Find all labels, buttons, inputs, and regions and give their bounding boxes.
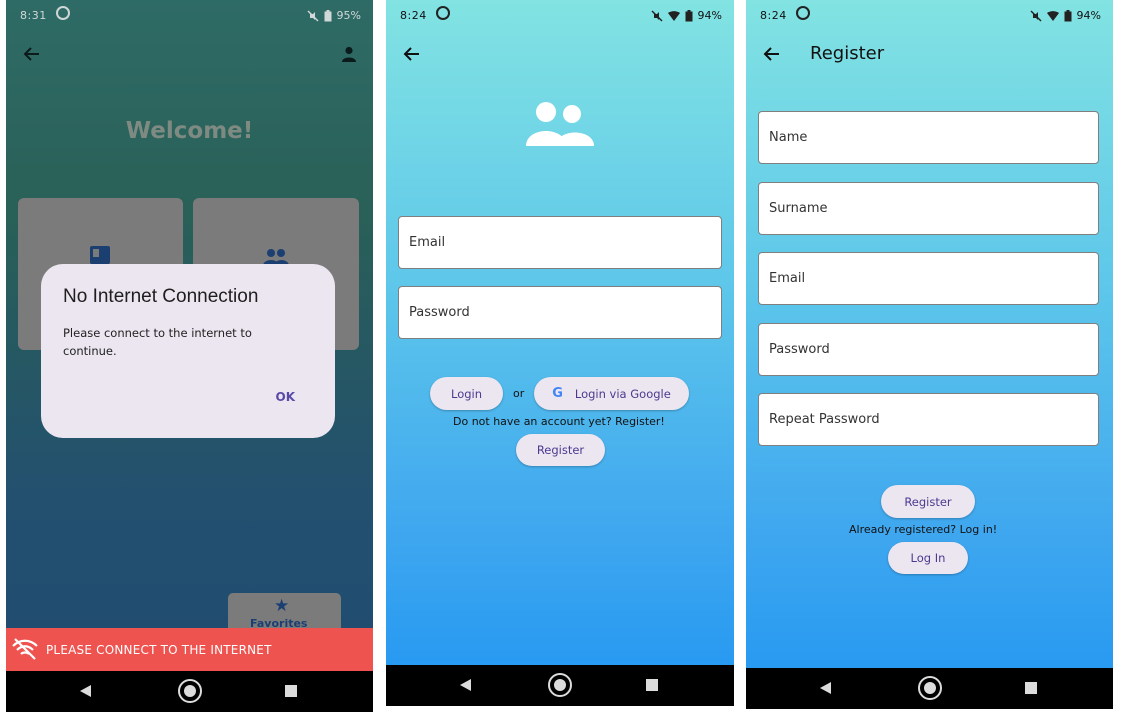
back-arrow-icon[interactable] xyxy=(402,44,424,66)
log-in-button[interactable]: Log In xyxy=(888,542,968,574)
wifi-off-icon xyxy=(12,638,38,660)
status-icons: 94% xyxy=(651,9,722,22)
surname-field[interactable] xyxy=(758,182,1099,235)
repeat-password-field[interactable] xyxy=(758,393,1099,446)
login-button[interactable]: Login xyxy=(430,377,503,410)
welcome-title: Welcome! xyxy=(125,118,254,144)
status-bar: 8:24 94% xyxy=(386,0,734,30)
google-login-label: Login via Google xyxy=(574,386,671,401)
email-input[interactable] xyxy=(399,217,721,268)
status-time: 8:24 xyxy=(760,9,787,22)
battery-percent: 94% xyxy=(1076,9,1101,22)
nav-recents-icon[interactable] xyxy=(646,679,658,691)
login-prompt: Already registered? Log in! xyxy=(849,523,998,536)
password-input[interactable] xyxy=(759,324,1098,375)
star-icon: ★ xyxy=(274,596,290,616)
sync-icon xyxy=(56,6,70,20)
phone-screen-register: 8:24 94% Register Register Already regis… xyxy=(746,0,1113,709)
battery-percent: 94% xyxy=(697,9,722,22)
register-button[interactable]: Register xyxy=(881,485,975,518)
offline-snackbar: PLEASE CONNECT TO THE INTERNET xyxy=(6,628,373,671)
name-input[interactable] xyxy=(759,112,1098,163)
mute-icon xyxy=(1030,10,1042,21)
battery-icon xyxy=(685,9,693,21)
register-button[interactable]: Register xyxy=(516,434,605,466)
system-nav-bar xyxy=(746,668,1113,709)
dialog-message: Please connect to the internet to contin… xyxy=(63,326,252,358)
google-icon: G xyxy=(552,386,563,401)
nav-home-icon[interactable] xyxy=(548,673,572,697)
battery-icon xyxy=(1064,9,1072,21)
sync-icon xyxy=(436,6,450,20)
repeat-password-input[interactable] xyxy=(759,394,1098,445)
nav-back-icon[interactable] xyxy=(80,685,91,697)
system-nav-bar xyxy=(6,671,373,712)
mute-icon xyxy=(651,10,663,21)
phone-screen-home-offline: 8:31 95% Welcome! No Internet Connection… xyxy=(6,0,373,712)
mute-icon xyxy=(307,10,319,21)
google-login-button[interactable]: G Login via Google xyxy=(534,377,689,410)
status-time: 8:24 xyxy=(400,9,427,22)
snackbar-text: PLEASE CONNECT TO THE INTERNET xyxy=(46,643,272,657)
sync-icon xyxy=(796,6,810,20)
page-title: Register xyxy=(810,43,885,64)
email-input[interactable] xyxy=(759,253,1098,304)
battery-icon xyxy=(324,9,332,21)
status-time: 8:31 xyxy=(20,9,47,22)
or-label: or xyxy=(513,387,525,400)
book-icon xyxy=(90,246,110,264)
nav-back-icon[interactable] xyxy=(820,682,831,694)
nav-back-icon[interactable] xyxy=(460,679,471,691)
nav-recents-icon[interactable] xyxy=(285,685,297,697)
wifi-icon xyxy=(667,10,680,21)
group-icon xyxy=(526,102,594,146)
dialog-title: No Internet Connection xyxy=(63,286,259,307)
password-field[interactable] xyxy=(398,286,722,339)
nav-home-icon[interactable] xyxy=(917,676,942,700)
phone-screen-login: 8:24 94% Login or G Login via Google Do … xyxy=(386,0,734,706)
battery-percent: 95% xyxy=(336,9,361,22)
wifi-icon xyxy=(1046,10,1059,21)
status-bar: 8:31 95% xyxy=(6,0,373,30)
surname-input[interactable] xyxy=(759,183,1098,234)
status-icons: 95% xyxy=(307,9,361,22)
back-arrow-icon[interactable] xyxy=(762,44,784,66)
favorites-tab[interactable]: ★ Favorites xyxy=(228,593,341,630)
password-field[interactable] xyxy=(758,323,1099,376)
person-icon[interactable] xyxy=(341,46,357,66)
email-field[interactable] xyxy=(398,216,722,269)
nav-recents-icon[interactable] xyxy=(1025,682,1037,694)
status-icons: 94% xyxy=(1030,9,1101,22)
system-nav-bar xyxy=(386,665,734,706)
name-field[interactable] xyxy=(758,111,1099,164)
dialog-ok-button[interactable]: OK xyxy=(276,390,296,404)
status-bar: 8:24 94% xyxy=(746,0,1113,30)
password-input[interactable] xyxy=(399,287,721,338)
nav-home-icon[interactable] xyxy=(177,679,202,703)
email-field[interactable] xyxy=(758,252,1099,305)
back-arrow-icon[interactable] xyxy=(22,44,44,66)
register-prompt: Do not have an account yet? Register! xyxy=(453,415,665,428)
no-internet-dialog: No Internet Connection Please connect to… xyxy=(41,264,335,438)
